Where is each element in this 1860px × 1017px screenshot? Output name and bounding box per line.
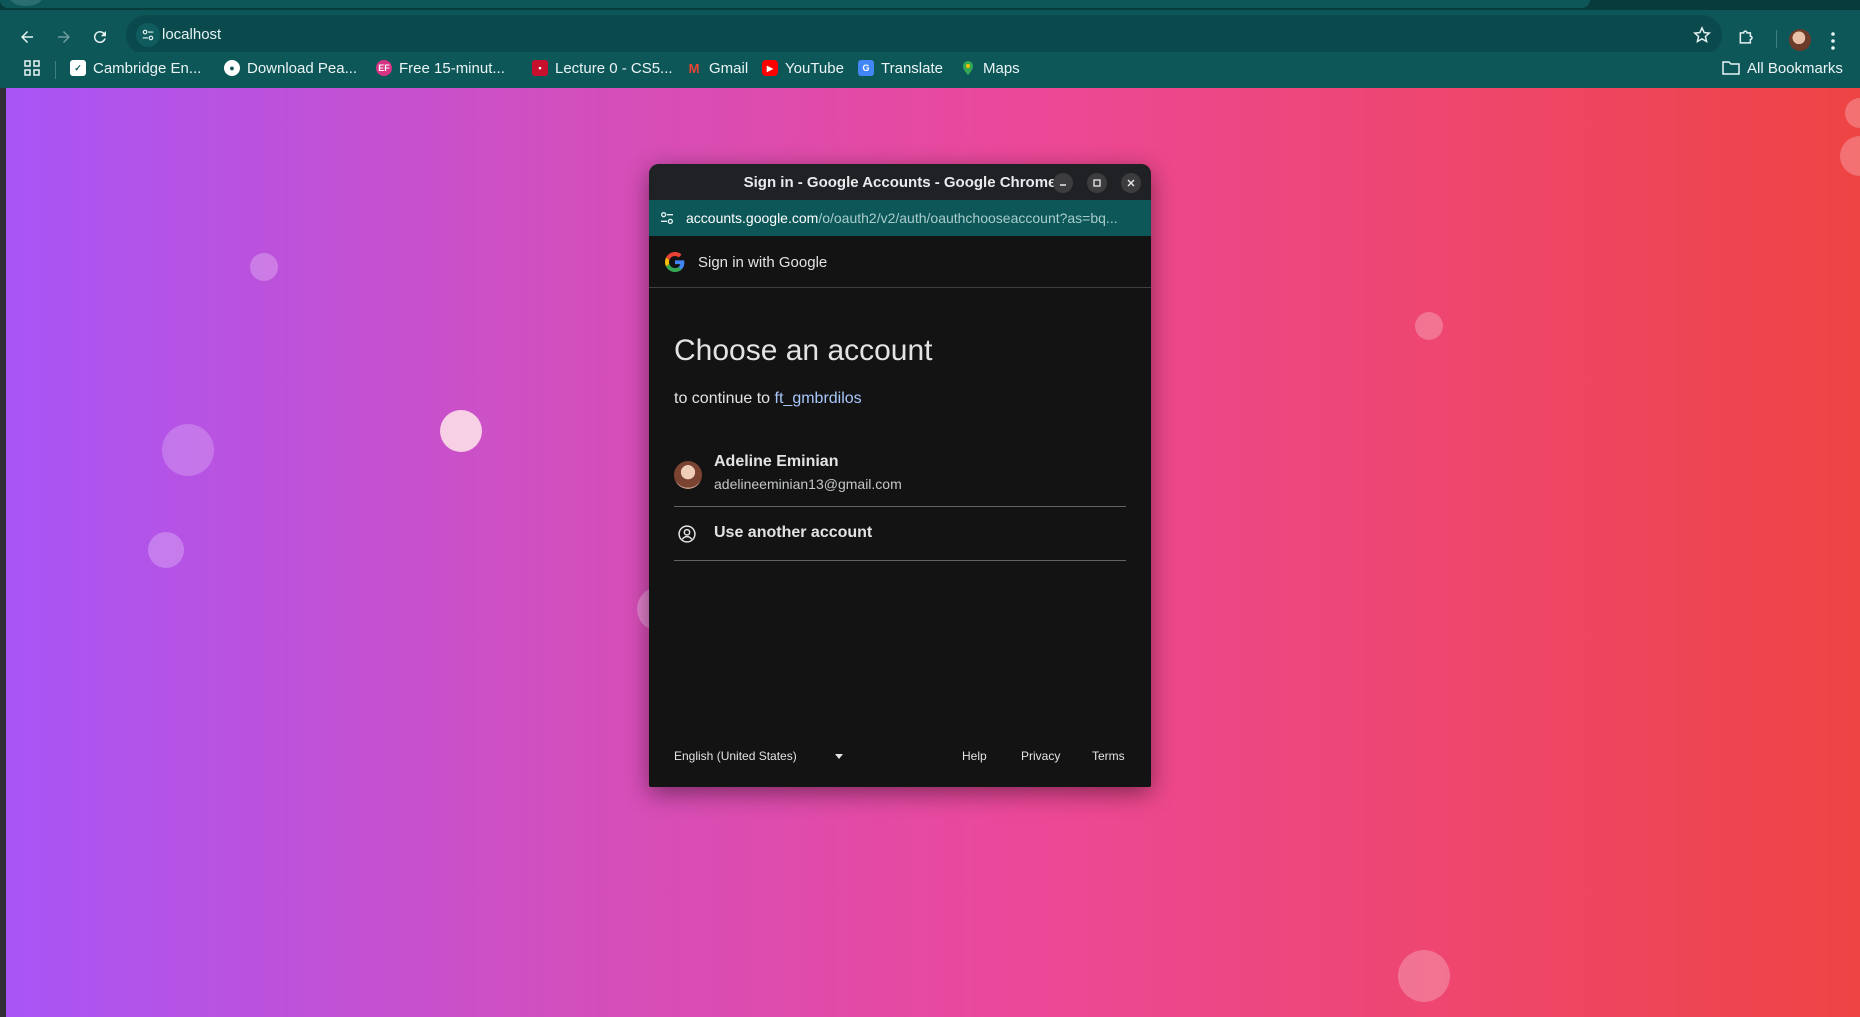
bookmark-translate[interactable]: G Translate [858, 52, 943, 84]
all-bookmarks-button[interactable]: All Bookmarks [1722, 52, 1843, 84]
popup-titlebar[interactable]: Sign in - Google Accounts - Google Chrom… [649, 164, 1151, 200]
active-tab[interactable] [0, 0, 1590, 8]
more-menu-icon[interactable] [1830, 32, 1836, 50]
maximize-icon [1093, 179, 1101, 187]
bookmarks-bar: ✓ Cambridge En... ● Download Pea... EF F… [0, 52, 1860, 88]
continue-to-text: to continue to ft_gmbrdilos [674, 390, 862, 408]
account-item[interactable]: Adeline Eminian adelineeminian13@gmail.c… [674, 447, 1126, 507]
bookmark-gmail[interactable]: M Gmail [686, 52, 749, 84]
toolbar-divider [1776, 30, 1777, 48]
bookmark-label: Cambridge En... [93, 59, 202, 77]
page-title: Choose an account [674, 334, 933, 367]
gmail-icon: M [688, 60, 700, 76]
app-name-link[interactable]: ft_gmbrdilos [775, 390, 862, 407]
decorative-bubble [162, 424, 214, 476]
decorative-bubble [440, 410, 482, 452]
site-info-icon[interactable] [659, 210, 675, 226]
ef-logo-icon: EF [376, 60, 392, 76]
bookmark-free-15[interactable]: EF Free 15-minut... [376, 52, 505, 84]
account-circle-icon [678, 525, 696, 543]
bookmark-label: Translate [881, 59, 943, 77]
google-g-icon [665, 252, 685, 272]
globe-icon: ● [224, 60, 240, 76]
popup-address-bar[interactable]: accounts.google.com/o/oauth2/v2/auth/oau… [649, 200, 1151, 236]
check-icon: ✓ [70, 60, 86, 76]
bookmark-youtube[interactable]: ▶ YouTube [762, 52, 844, 84]
decorative-bubble [1840, 136, 1860, 176]
back-button[interactable] [10, 20, 44, 54]
bookmark-label: Download Pea... [247, 59, 358, 77]
bookmark-label: Free 15-minut... [399, 59, 505, 77]
decorative-bubble [1398, 950, 1450, 1002]
popup-window-title: Sign in - Google Accounts - Google Chrom… [743, 174, 1057, 191]
minimize-button[interactable] [1053, 173, 1073, 193]
minimize-icon [1060, 184, 1066, 186]
puzzle-icon [1739, 30, 1753, 44]
decorative-bubble [148, 532, 184, 568]
signin-popup-window: Sign in - Google Accounts - Google Chrom… [649, 164, 1151, 787]
address-bar-url[interactable]: localhost [162, 26, 221, 43]
arrow-right-icon [58, 31, 70, 43]
continue-prefix: to continue to [674, 390, 771, 407]
account-name: Adeline Eminian [714, 453, 839, 470]
bookmark-lecture[interactable]: ▪ Lecture 0 - CS5... [532, 52, 673, 84]
bookmarks-separator [55, 61, 56, 79]
bookmark-label: Lecture 0 - CS5... [555, 59, 673, 77]
popup-url-host: accounts.google.com [686, 210, 819, 226]
bookmark-label: YouTube [785, 59, 844, 77]
forward-button[interactable] [47, 20, 81, 54]
popup-url-path: /o/oauth2/v2/auth/oauthchooseaccount?as=… [818, 210, 1118, 226]
profile-avatar[interactable] [1789, 29, 1811, 51]
maps-pin-icon [963, 61, 973, 75]
bookmark-maps[interactable]: Maps [960, 52, 1020, 84]
site-info-icon[interactable] [136, 23, 160, 47]
folder-icon [1722, 61, 1740, 75]
privacy-link[interactable]: Privacy [1021, 749, 1060, 763]
bookmark-cambridge[interactable]: ✓ Cambridge En... [70, 52, 201, 84]
bookmark-star-icon[interactable] [1692, 25, 1712, 45]
all-bookmarks-label: All Bookmarks [1747, 59, 1843, 77]
translate-icon: G [858, 60, 874, 76]
address-bar[interactable]: localhost [126, 15, 1722, 55]
terms-link[interactable]: Terms [1092, 749, 1125, 763]
use-another-account-label: Use another account [714, 524, 873, 541]
popup-footer: English (United States) Help Privacy Ter… [674, 746, 1126, 768]
gsi-header: Sign in with Google [649, 236, 1151, 288]
bookmark-label: Gmail [709, 59, 749, 77]
use-another-account-button[interactable]: Use another account [674, 507, 1126, 561]
extensions-button[interactable] [1732, 22, 1762, 52]
help-link[interactable]: Help [962, 749, 987, 763]
harvard-shield-icon: ▪ [532, 60, 548, 76]
bookmark-download[interactable]: ● Download Pea... [224, 52, 357, 84]
gsi-header-label: Sign in with Google [698, 254, 828, 271]
reload-button[interactable] [83, 20, 117, 54]
tab-strip [0, 0, 1860, 10]
language-select[interactable]: English (United States) [674, 749, 797, 763]
decorative-bubble [1845, 98, 1860, 128]
youtube-icon: ▶ [762, 60, 778, 76]
maximize-button[interactable] [1087, 173, 1107, 193]
decorative-bubble [250, 253, 278, 281]
apps-grid-button[interactable] [24, 52, 40, 84]
account-email: adelineeminian13@gmail.com [714, 476, 902, 492]
close-icon [1127, 179, 1135, 187]
decorative-bubble [1415, 312, 1443, 340]
bookmark-label: Maps [983, 59, 1020, 77]
avatar [674, 461, 702, 489]
popup-url: accounts.google.com/o/oauth2/v2/auth/oau… [686, 210, 1141, 226]
reload-icon [93, 31, 106, 44]
close-button[interactable] [1121, 173, 1141, 193]
chevron-down-icon[interactable] [835, 754, 843, 759]
arrow-left-icon [21, 31, 33, 43]
apps-grid-icon [24, 60, 40, 76]
